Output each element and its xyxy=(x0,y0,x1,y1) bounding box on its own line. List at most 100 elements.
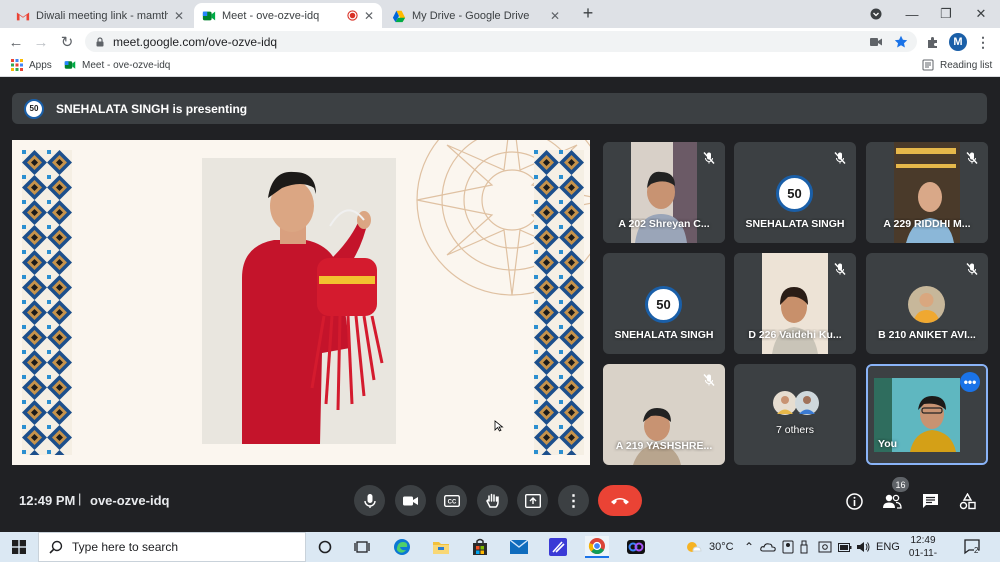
cortana-icon[interactable] xyxy=(313,536,337,558)
taskbar-search-input[interactable]: Type here to search xyxy=(38,532,306,562)
extensions-icon[interactable] xyxy=(924,34,940,50)
meeting-controls-bar: 12:49 PM | ove-ozve-idq CC ⋮ 16 xyxy=(0,477,1000,530)
participant-count-badge: 16 xyxy=(892,477,909,492)
close-tab-icon[interactable]: ✕ xyxy=(550,9,560,23)
reading-list-icon xyxy=(922,59,934,71)
reload-icon[interactable]: ↻ xyxy=(57,32,77,52)
captions-button[interactable]: CC xyxy=(436,485,467,516)
microphone-icon xyxy=(363,493,376,508)
tab-drive[interactable]: My Drive - Google Drive ✕ xyxy=(384,3,568,28)
weather-widget[interactable]: 30°C xyxy=(685,532,734,562)
tab-strip: Diwali meeting link - mamthared ✕ Meet -… xyxy=(0,0,1000,28)
restore-icon[interactable]: ❐ xyxy=(931,0,961,28)
participant-tile[interactable]: D 226 Vaidehi Ku... xyxy=(734,253,856,354)
leave-call-button[interactable] xyxy=(598,485,642,516)
notification-icon xyxy=(964,539,980,555)
participant-tile[interactable]: 50 SNEHALATA SINGH xyxy=(734,142,856,243)
file-explorer-icon[interactable] xyxy=(429,536,453,558)
captions-icon: CC xyxy=(443,494,460,507)
start-button[interactable] xyxy=(0,532,38,562)
self-tile[interactable]: ••• You xyxy=(866,364,988,465)
more-options-icon[interactable]: ••• xyxy=(960,372,980,392)
participant-tile[interactable]: B 210 ANIKET AVI... xyxy=(866,253,988,354)
forward-icon[interactable]: → xyxy=(31,32,51,52)
mouse-cursor-icon xyxy=(494,420,504,432)
tab-search-icon[interactable] xyxy=(861,0,891,28)
minimize-icon[interactable]: — xyxy=(897,0,927,28)
participant-tile[interactable]: A 229 RIDDHI M... xyxy=(866,142,988,243)
volume-icon[interactable] xyxy=(856,532,870,562)
others-count: 7 others xyxy=(776,424,814,436)
weather-temp: 30°C xyxy=(709,541,734,553)
more-vert-icon: ⋮ xyxy=(565,492,582,510)
url-field[interactable]: meet.google.com/ove-ozve-idq xyxy=(85,31,917,52)
tab-gmail[interactable]: Diwali meeting link - mamthared ✕ xyxy=(8,3,192,28)
raise-hand-button[interactable] xyxy=(477,485,508,516)
clock-date: 01-11-2021 xyxy=(908,548,938,562)
system-clock[interactable]: 12:49 01-11-2021 xyxy=(900,534,946,562)
tray-app-icon[interactable] xyxy=(782,532,794,562)
svg-text:CC: CC xyxy=(447,499,456,505)
usb-icon[interactable] xyxy=(799,532,809,562)
microphone-button[interactable] xyxy=(354,485,385,516)
whiteboard-app-icon[interactable] xyxy=(546,536,570,558)
meet-icon xyxy=(64,61,76,69)
others-tile[interactable]: 7 others xyxy=(734,364,856,465)
chat-icon[interactable] xyxy=(919,490,941,512)
more-options-button[interactable]: ⋮ xyxy=(558,485,589,516)
meeting-code: ove-ozve-idq xyxy=(90,493,170,508)
tray-overflow-icon[interactable]: ⌃ xyxy=(744,532,754,562)
gmail-icon xyxy=(16,12,30,20)
language-indicator[interactable]: ENG xyxy=(876,532,900,562)
drive-icon xyxy=(392,10,406,22)
participant-name: A 202 Shreyan C... xyxy=(618,218,710,230)
chrome-menu-icon[interactable]: ⋮ xyxy=(975,34,991,50)
people-icon[interactable] xyxy=(881,490,903,512)
teams-icon[interactable] xyxy=(624,536,648,558)
new-tab-button[interactable]: + xyxy=(577,3,599,24)
onedrive-icon[interactable] xyxy=(760,532,776,562)
task-view-icon[interactable] xyxy=(350,536,374,558)
self-name: You xyxy=(878,438,898,450)
battery-icon[interactable] xyxy=(838,532,852,562)
chrome-taskbar-icon[interactable] xyxy=(585,536,609,558)
mail-icon[interactable] xyxy=(507,536,531,558)
close-tab-icon[interactable]: ✕ xyxy=(174,9,184,23)
bookmarks-bar: Apps Meet - ove-ozve-idq Reading list xyxy=(0,55,1000,77)
participant-tile[interactable]: A 219 YASHSHRE... xyxy=(603,364,725,465)
close-tab-icon[interactable]: ✕ xyxy=(364,9,374,23)
notifications-button[interactable]: 2 xyxy=(964,532,982,562)
slide-photo xyxy=(202,158,396,444)
profile-avatar[interactable]: M xyxy=(949,33,967,51)
bookmark-star-icon[interactable] xyxy=(893,34,909,50)
tab-title: Meet - ove-ozve-idq xyxy=(222,9,320,22)
tab-meet[interactable]: Meet - ove-ozve-idq ✕ xyxy=(194,3,382,28)
store-icon[interactable] xyxy=(468,536,492,558)
meeting-details-icon[interactable] xyxy=(843,490,865,512)
back-icon[interactable]: ← xyxy=(6,32,26,52)
edge-icon[interactable] xyxy=(390,536,414,558)
tab-title: My Drive - Google Drive xyxy=(412,9,530,22)
camera-icon xyxy=(402,496,418,505)
shared-screen[interactable] xyxy=(12,140,590,465)
bookmark-meet[interactable]: Meet - ove-ozve-idq xyxy=(64,59,170,71)
search-icon xyxy=(49,540,63,554)
bookmark-apps[interactable]: Apps xyxy=(11,59,52,71)
reading-list-label: Reading list xyxy=(940,59,993,71)
bookmark-label: Apps xyxy=(29,59,52,71)
activities-icon[interactable] xyxy=(956,490,978,512)
participant-tile[interactable]: 50 SNEHALATA SINGH xyxy=(603,253,725,354)
camera-in-use-icon[interactable] xyxy=(868,34,884,50)
tab-title: Diwali meeting link - mamthared xyxy=(36,9,168,22)
search-placeholder: Type here to search xyxy=(72,540,179,554)
reading-list-button[interactable]: Reading list xyxy=(922,59,992,71)
participant-avatar xyxy=(908,286,945,323)
participant-logo: 50 xyxy=(645,286,682,323)
participant-tile[interactable]: A 202 Shreyan C... xyxy=(603,142,725,243)
security-icon[interactable] xyxy=(818,532,832,562)
close-window-icon[interactable]: ✕ xyxy=(966,0,996,28)
present-screen-button[interactable] xyxy=(517,485,548,516)
camera-button[interactable] xyxy=(395,485,426,516)
raise-hand-icon xyxy=(485,493,499,508)
tile-border-left xyxy=(22,150,72,455)
